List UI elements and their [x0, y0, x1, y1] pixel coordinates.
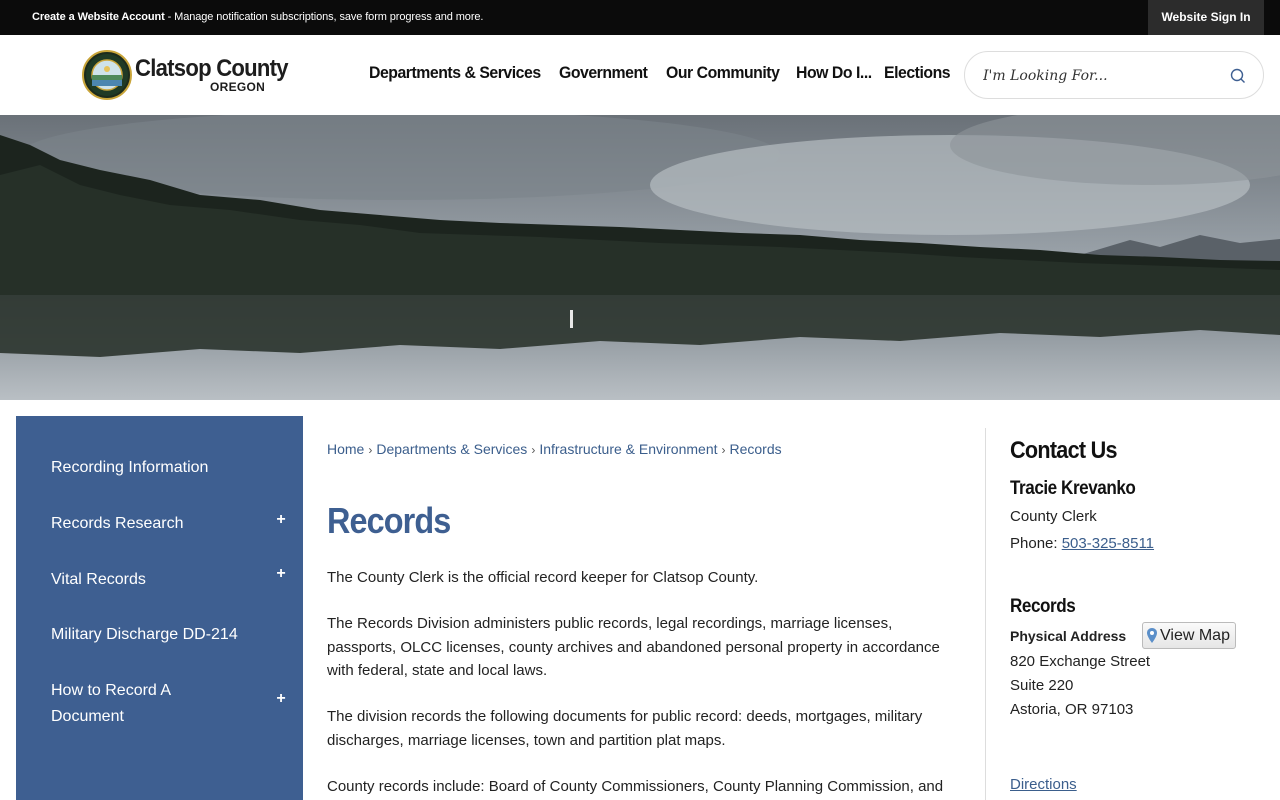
sidebar-item-vital-records[interactable]: Vital Records: [51, 567, 261, 593]
nav-elections[interactable]: Elections: [884, 63, 951, 83]
account-description: - Manage notification subscriptions, sav…: [164, 11, 484, 23]
breadcrumb-departments[interactable]: Departments & Services: [376, 441, 527, 457]
contact-role: County Clerk: [1010, 508, 1097, 525]
breadcrumb-home[interactable]: Home: [327, 441, 364, 457]
body-paragraph: The division records the following docum…: [327, 708, 923, 749]
expand-plus-icon[interactable]: +: [274, 690, 288, 708]
county-seal-logo[interactable]: [82, 50, 132, 100]
site-header: Clatsop County OREGON Departments & Serv…: [0, 35, 1280, 115]
view-map-button[interactable]: View Map: [1142, 622, 1236, 649]
column-divider: [985, 428, 986, 800]
breadcrumb-records[interactable]: Records: [730, 441, 782, 457]
nav-departments-services[interactable]: Departments & Services: [369, 63, 546, 83]
sidebar-item-recording-information[interactable]: Recording Information: [51, 455, 261, 481]
expand-plus-icon[interactable]: +: [274, 565, 288, 583]
brand-wordmark[interactable]: Clatsop County OREGON: [135, 55, 301, 94]
address-line: 820 Exchange Street: [1010, 653, 1151, 670]
contact-heading: Contact Us: [1010, 437, 1118, 464]
seal-icon: [86, 54, 128, 96]
hero-lake-photo: [0, 115, 1280, 400]
page-title: Records: [327, 500, 451, 541]
view-map-label: View Map: [1160, 627, 1230, 644]
breadcrumb-separator: ›: [368, 443, 373, 457]
section-sidebar-nav: Recording Information Records Research +…: [16, 416, 303, 800]
map-pin-icon: [1147, 628, 1157, 643]
intro-paragraph: The County Clerk is the official record …: [327, 569, 759, 586]
phone-link[interactable]: 503-325-8511: [1062, 535, 1154, 552]
state-name: OREGON: [210, 80, 266, 94]
breadcrumb-infrastructure[interactable]: Infrastructure & Environment: [539, 441, 717, 457]
nav-how-do-i[interactable]: How Do I...: [796, 63, 878, 83]
nav-government[interactable]: Government: [559, 63, 659, 83]
body-paragraph: County records include: Board of County …: [327, 778, 944, 795]
expand-plus-icon[interactable]: +: [274, 511, 288, 529]
sidebar-item-military-discharge[interactable]: Military Discharge DD-214: [51, 622, 261, 648]
directions-link[interactable]: Directions: [1010, 773, 1077, 797]
create-account-link[interactable]: Create a Website Account: [32, 11, 165, 23]
search-box: [964, 51, 1264, 99]
sidebar-item-how-to-record[interactable]: How to Record A Document: [51, 678, 211, 730]
nav-our-community[interactable]: Our Community: [666, 63, 787, 83]
hero-image: [0, 115, 1280, 400]
contact-person-name: Tracie Krevanko: [1010, 478, 1136, 499]
sidebar-item-records-research[interactable]: Records Research: [51, 511, 261, 537]
breadcrumb-separator: ›: [721, 443, 726, 457]
top-utility-bar: Create a Website Account - Manage notifi…: [0, 0, 1280, 35]
county-name: Clatsop County: [135, 55, 289, 82]
search-input[interactable]: [983, 64, 1223, 88]
address-line: Astoria, OR 97103: [1010, 701, 1134, 718]
contact-phone: Phone: 503-325-8511: [1010, 532, 1154, 556]
phone-label: Phone:: [1010, 535, 1062, 552]
body-paragraph: The Records Division administers public …: [327, 615, 940, 679]
address-line: Suite 220: [1010, 677, 1074, 694]
main-navigation: Departments & Services Government Our Co…: [369, 63, 954, 83]
breadcrumb-separator: ›: [531, 443, 536, 457]
search-icon[interactable]: [1229, 67, 1247, 85]
account-message: Create a Website Account - Manage notifi…: [32, 11, 483, 23]
breadcrumb: Home › Departments & Services › Infrastructu…: [327, 441, 782, 457]
department-heading: Records: [1010, 596, 1076, 617]
physical-address-label: Physical Address: [1010, 628, 1127, 644]
website-sign-in-button[interactable]: Website Sign In: [1148, 0, 1264, 35]
